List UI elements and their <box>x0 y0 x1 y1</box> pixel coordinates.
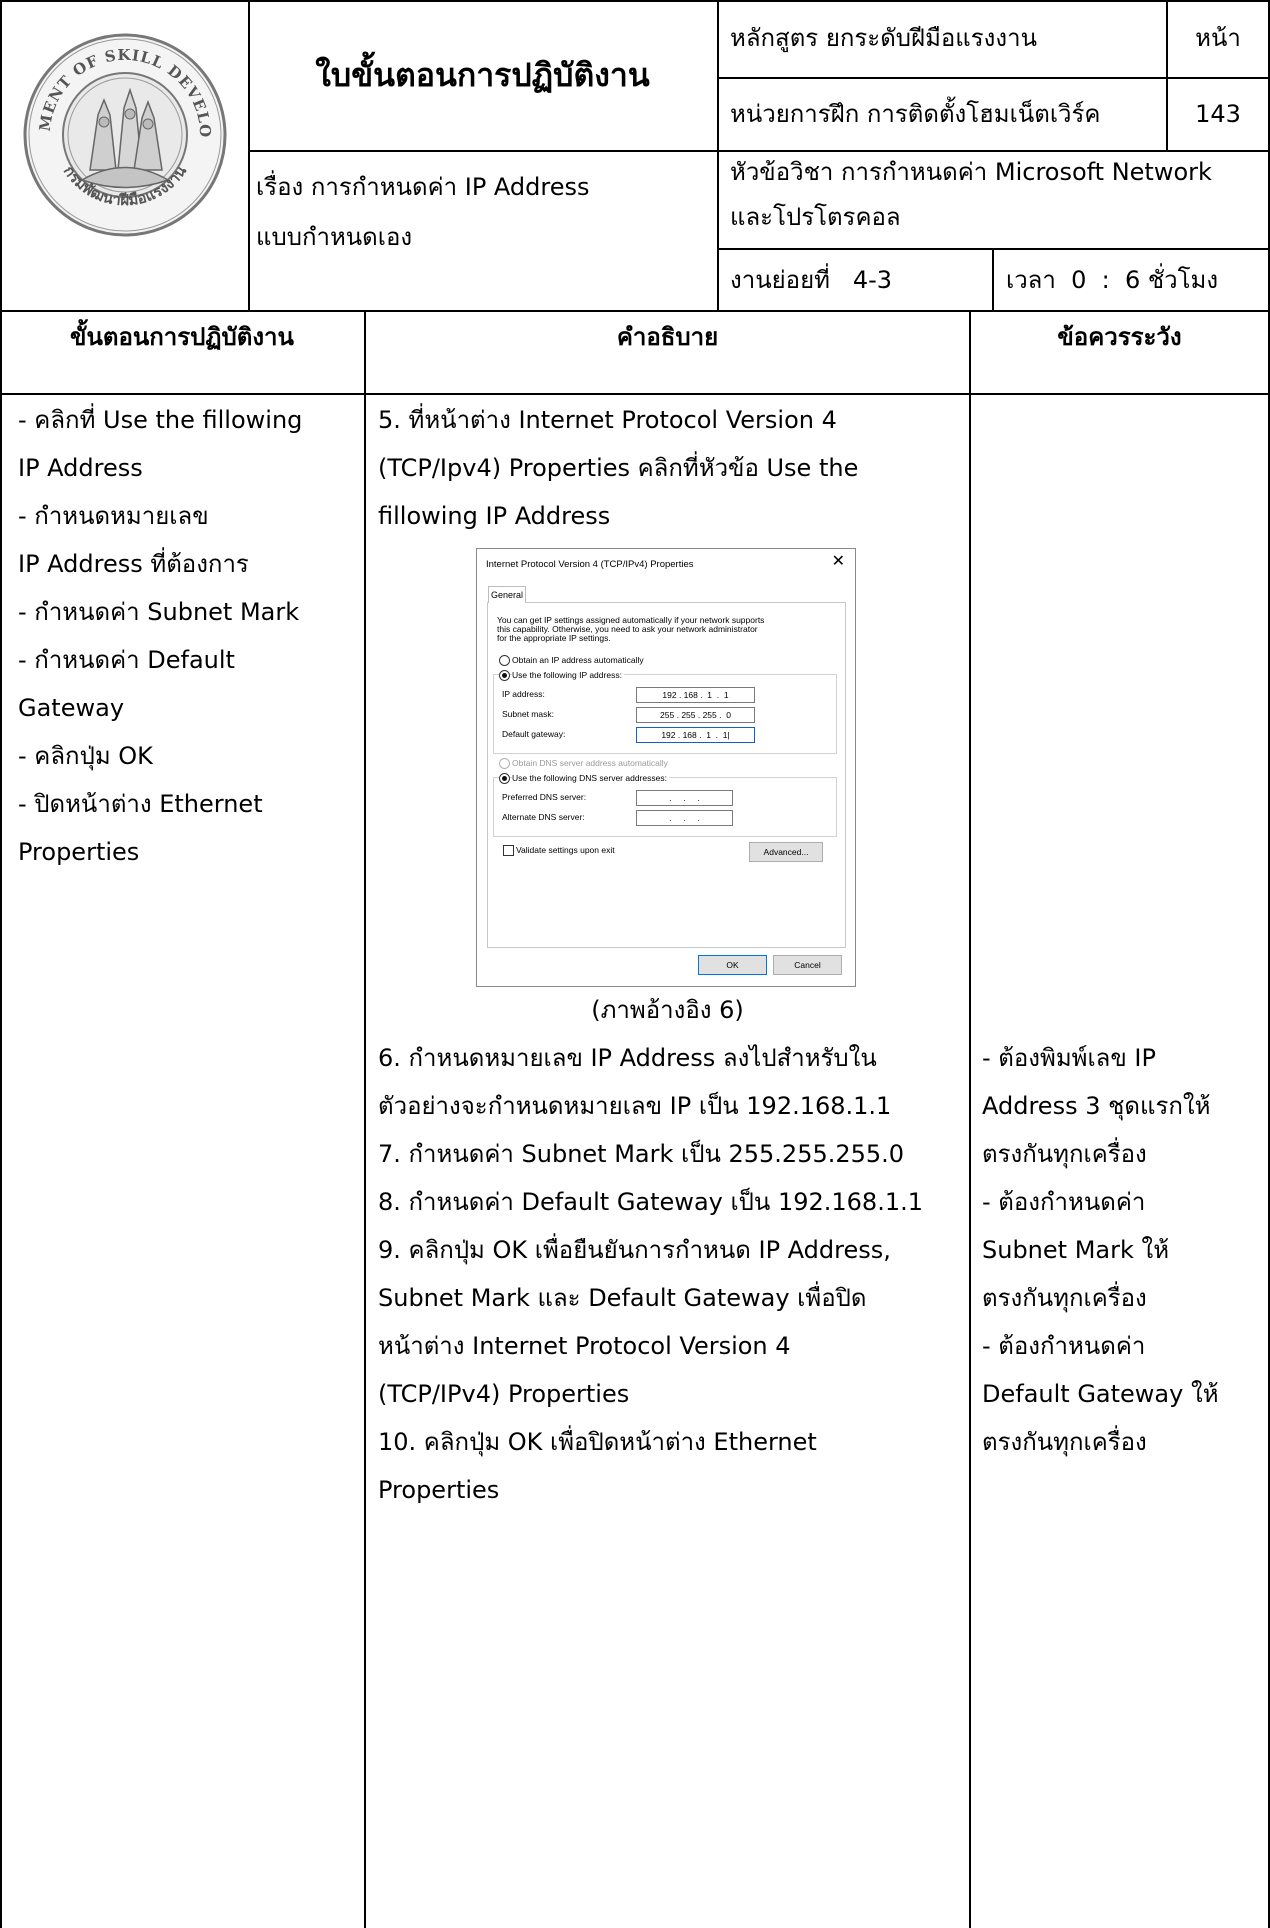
step-line: - คลิกปุ่ม OK <box>18 742 153 770</box>
step-line: - ปิดหน้าต่าง Ethernet <box>18 790 263 818</box>
description-line: 10. คลิกปุ่ม OK เพื่อปิดหน้าต่าง Etherne… <box>378 1428 817 1456</box>
step-line: IP Address <box>18 454 143 482</box>
tcpipv4-properties-dialog: Internet Protocol Version 4 (TCP/IPv4) P… <box>476 548 856 987</box>
obtain-ip-radio[interactable] <box>499 655 510 666</box>
advanced-button[interactable]: Advanced... <box>749 842 823 862</box>
step-line: IP Address ที่ต้องการ <box>18 550 249 578</box>
preferred-dns-label: Preferred DNS server: <box>502 792 587 802</box>
default-gateway-label: Default gateway: <box>502 729 566 739</box>
subtask-label: งานย่อยที่ 4-3 <box>730 266 893 294</box>
dns-settings-group <box>493 777 837 837</box>
alternate-dns-field[interactable]: . . . <box>636 810 733 826</box>
use-ip-radio[interactable] <box>499 670 510 681</box>
caution-line: ตรงกันทุกเครื่อง <box>982 1284 1147 1312</box>
tab-general[interactable]: General <box>488 586 526 603</box>
step-line: - กำหนดค่า Default <box>18 646 235 674</box>
page-number: 143 <box>1195 100 1241 128</box>
page-label: หน้า <box>1195 24 1241 52</box>
caution-line: - ต้องกำหนดค่า <box>982 1332 1146 1360</box>
description-line: 6. กำหนดหมายเลข IP Address ลงไปสำหรับใน <box>378 1044 877 1072</box>
ok-button[interactable]: OK <box>698 955 767 975</box>
validate-label: Validate settings upon exit <box>516 845 615 855</box>
column-header-steps: ขั้นตอนการปฏิบัติงาน <box>70 323 294 351</box>
course-label: หลักสูตร ยกระดับฝีมือแรงงาน <box>730 24 1037 52</box>
header-line-bottom <box>0 310 1270 312</box>
seal-icon: DEPARTMENT OF SKILL DEVELOPMENT กรมพัฒนา… <box>11 16 227 237</box>
header-line-topic <box>717 248 1270 250</box>
use-ip-label: Use the following IP address: <box>512 670 624 681</box>
caution-line: Default Gateway ให้ <box>982 1380 1219 1408</box>
header-line-course <box>717 77 1270 79</box>
preferred-dns-field[interactable]: . . . <box>636 790 733 806</box>
description-line: (TCP/IPv4) Properties <box>378 1380 630 1408</box>
caution-line: - ต้องกำหนดค่า <box>982 1188 1146 1216</box>
use-dns-radio[interactable] <box>499 773 510 784</box>
column-header-caution: ข้อควรระวัง <box>1057 323 1182 351</box>
step-line: Properties <box>18 838 140 866</box>
caution-line: ตรงกันทุกเครื่อง <box>982 1428 1147 1456</box>
description-line: 7. กำหนดค่า Subnet Mark เป็น 255.255.255… <box>378 1140 905 1168</box>
subnet-mask-field[interactable]: 255 . 255 . 255 . 0 <box>636 707 755 723</box>
description-line: ตัวอย่างจะกำหนดหมายเลข IP เป็น 192.168.1… <box>378 1092 892 1120</box>
unit-label: หน่วยการฝึก การติดตั้งโฮมเน็ตเวิร์ค <box>730 100 1101 128</box>
image-caption: (ภาพอ้างอิง 6) <box>591 996 744 1024</box>
caution-line: - ต้องพิมพ์เลข IP <box>982 1044 1156 1072</box>
caution-line: ตรงกันทุกเครื่อง <box>982 1140 1147 1168</box>
step-line: - กำหนดค่า Subnet Mark <box>18 598 300 626</box>
header-divider-time <box>992 248 994 310</box>
dialog-title: Internet Protocol Version 4 (TCP/IPv4) P… <box>486 559 694 570</box>
description-line: 9. คลิกปุ่ม OK เพื่อยืนยันการกำหนด IP Ad… <box>378 1236 891 1264</box>
description-line: Subnet Mark และ Default Gateway เพื่อปิด <box>378 1284 867 1312</box>
description-line: 5. ที่หน้าต่าง Internet Protocol Version… <box>378 406 837 434</box>
department-seal-logo: DEPARTMENT OF SKILL DEVELOPMENT กรมพัฒนา… <box>11 16 230 240</box>
sheet-title: ใบขั้นตอนการปฏิบัติงาน <box>315 56 650 94</box>
description-line: 8. กำหนดค่า Default Gateway เป็น 192.168… <box>378 1188 923 1216</box>
header-line-unit <box>717 150 1270 152</box>
description-line: (TCP/Ipv4) Properties คลิกที่หัวข้อ Use … <box>378 454 859 482</box>
step-line: Gateway <box>18 694 125 722</box>
alternate-dns-label: Alternate DNS server: <box>502 812 585 822</box>
time-label: เวลา 0 : 6 ชั่วโมง <box>1006 266 1219 294</box>
cancel-button[interactable]: Cancel <box>773 955 842 975</box>
frame-left <box>0 0 2 1928</box>
column-divider-1 <box>364 310 366 1928</box>
step-line: - คลิกที่ Use the fillowing <box>18 406 303 434</box>
ip-address-field[interactable]: 192 . 168 . 1 . 1 <box>636 687 755 703</box>
caution-line: Subnet Mark ให้ <box>982 1236 1170 1264</box>
caution-line: Address 3 ชุดแรกให้ <box>982 1092 1211 1120</box>
column-divider-2 <box>969 310 971 1928</box>
topic-line-1: หัวข้อวิชา การกำหนดค่า Microsoft Network <box>730 158 1212 186</box>
header-divider-title <box>717 0 719 310</box>
info-line: for the appropriate IP settings. <box>497 633 611 643</box>
description-line: fillowing IP Address <box>378 502 611 530</box>
description-line: หน้าต่าง Internet Protocol Version 4 <box>378 1332 791 1360</box>
close-icon[interactable]: ✕ <box>832 554 845 570</box>
subject-line-1: เรื่อง การกำหนดค่า IP Address <box>256 173 590 201</box>
use-dns-label: Use the following DNS server addresses: <box>512 773 669 784</box>
validate-checkbox[interactable] <box>503 845 514 856</box>
obtain-dns-label: Obtain DNS server address automatically <box>512 758 668 768</box>
obtain-dns-radio[interactable] <box>499 758 510 769</box>
ip-address-label: IP address: <box>502 689 545 699</box>
column-header-description: คำอธิบาย <box>616 323 719 351</box>
header-line-title <box>248 150 718 152</box>
columns-line-bottom <box>0 393 1270 395</box>
subnet-mask-label: Subnet mask: <box>502 709 554 719</box>
subject-line-2: แบบกำหนดเอง <box>256 223 413 251</box>
topic-line-2: และโปรโตรคอล <box>730 203 901 231</box>
frame-top <box>0 0 1270 2</box>
default-gateway-field[interactable]: 192 . 168 . 1 . 1| <box>636 727 755 743</box>
description-line: Properties <box>378 1476 500 1504</box>
step-line: - กำหนดหมายเลข <box>18 502 209 530</box>
obtain-ip-label: Obtain an IP address automatically <box>512 655 644 665</box>
